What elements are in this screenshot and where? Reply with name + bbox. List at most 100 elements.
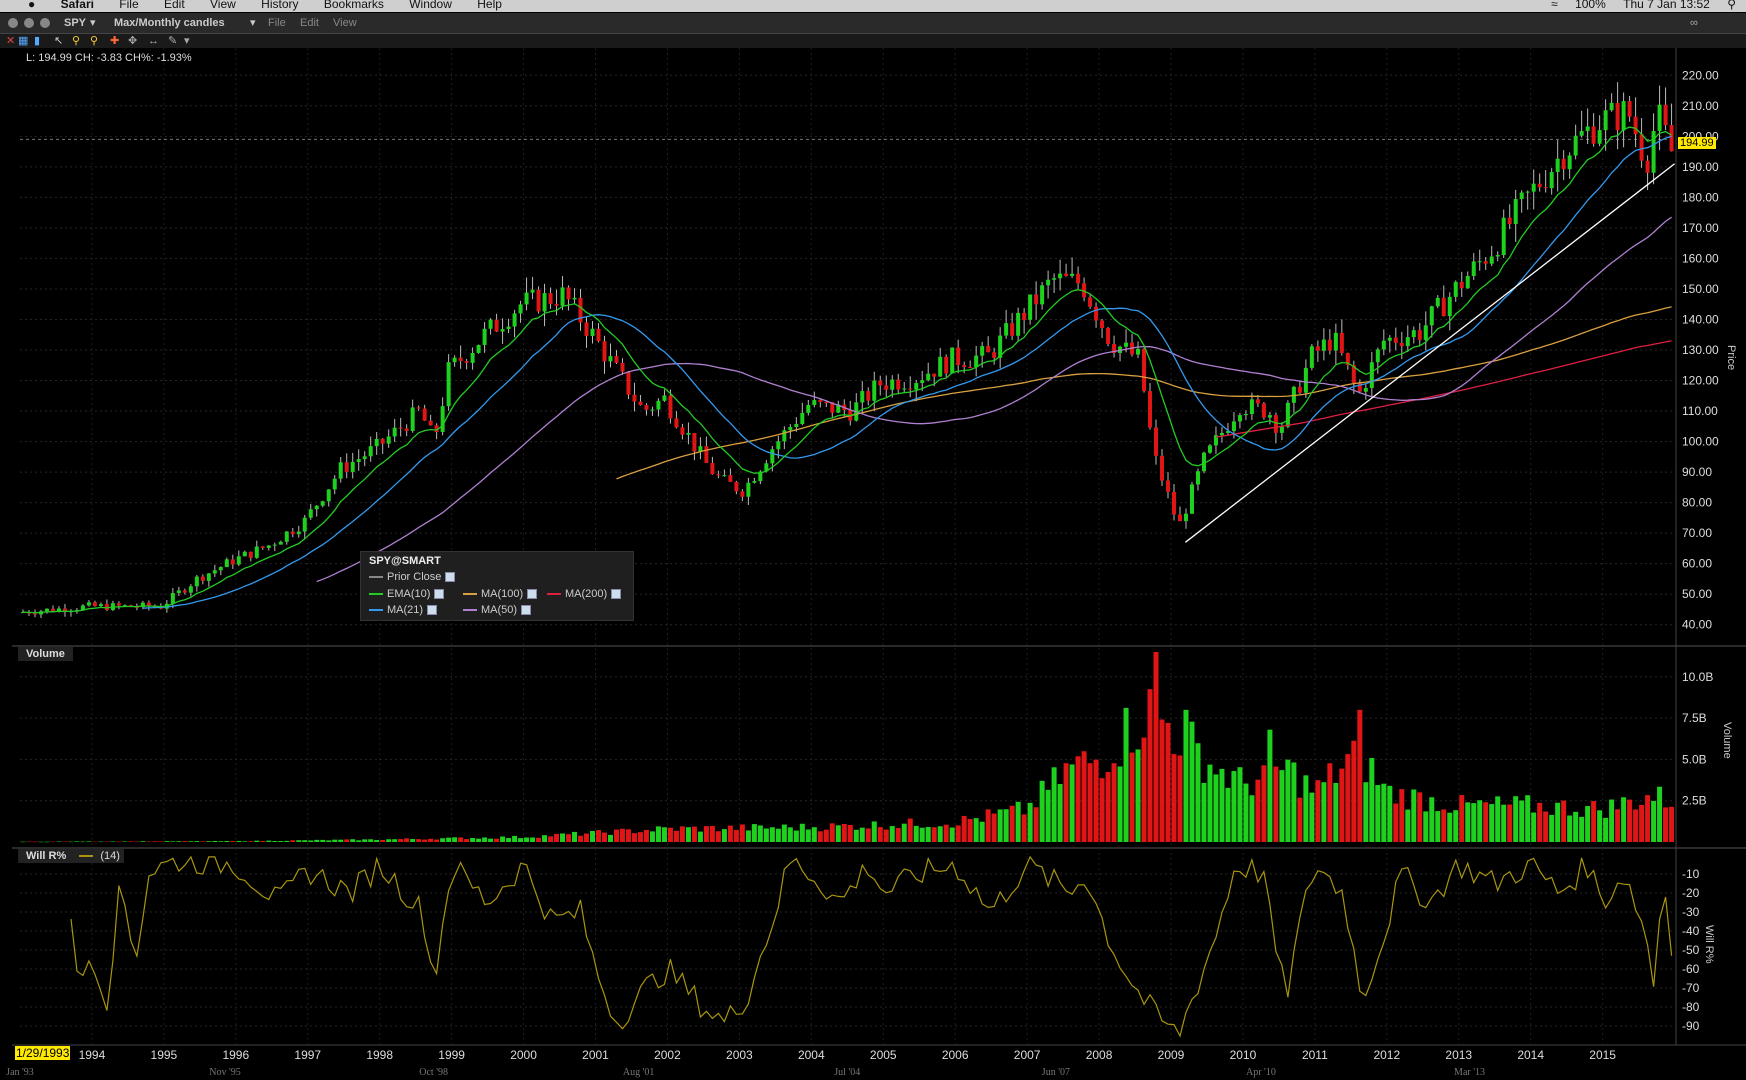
volume-bar: [290, 840, 296, 842]
candle-body: [674, 418, 679, 428]
year-tick-label: 2003: [726, 1048, 753, 1062]
legend-ma100[interactable]: MA(100): [463, 588, 538, 600]
candle-body: [212, 570, 217, 574]
zoom-out-icon[interactable]: ⚲: [90, 34, 98, 48]
chevron-down-icon[interactable]: ▾: [90, 13, 96, 33]
candle-body: [386, 436, 391, 444]
checkbox-icon[interactable]: [434, 589, 445, 600]
candle-body: [380, 438, 385, 444]
wifi-icon[interactable]: ≈: [1551, 0, 1558, 11]
pan-icon[interactable]: ✥: [128, 34, 137, 48]
candle-body: [542, 293, 547, 312]
candle-body: [1477, 261, 1482, 263]
crosshair-icon[interactable]: ✚: [110, 34, 119, 48]
apple-icon[interactable]: ●: [28, 0, 35, 10]
chevron-down-icon[interactable]: ▾: [250, 13, 256, 33]
candle-body: [1411, 330, 1416, 338]
checkbox-icon[interactable]: [445, 572, 456, 583]
price-chart[interactable]: 40.00 50.00 60.00 70.00 80.00 90.00 100.00 110.…: [0, 48, 1746, 1080]
volume-bar: [518, 838, 524, 842]
spotlight-search-icon[interactable]: ⚲: [1727, 0, 1736, 11]
drawing-tool-icon[interactable]: ✎: [168, 34, 177, 48]
price-tick-label: 40.00: [1682, 618, 1712, 632]
candle-body: [1603, 110, 1608, 131]
chevron-down-icon[interactable]: ▾: [184, 34, 190, 48]
menu-edit[interactable]: Edit: [164, 0, 185, 10]
link-icon[interactable]: ∞: [1690, 13, 1698, 33]
volume-bar: [98, 841, 104, 843]
candle-body: [590, 328, 595, 336]
volume-bar: [254, 840, 260, 842]
volume-bar: [613, 829, 619, 842]
close-icon[interactable]: ✕: [6, 34, 15, 48]
volume-bar: [332, 839, 338, 842]
cursor-icon[interactable]: ↖: [54, 34, 63, 48]
year-tick-label: 2010: [1230, 1048, 1257, 1062]
volume-pane-label[interactable]: Volume: [18, 647, 73, 661]
minimize-window-icon[interactable]: [24, 18, 34, 28]
volume-bar: [679, 826, 685, 842]
candle-body: [1273, 415, 1278, 433]
checkbox-icon[interactable]: [527, 589, 538, 600]
volume-bar: [739, 824, 745, 842]
candle-body: [728, 475, 733, 482]
volume-bar: [26, 841, 32, 843]
chart-menu-edit[interactable]: Edit: [300, 13, 319, 33]
checkbox-icon[interactable]: [611, 589, 622, 600]
candle-body: [812, 400, 817, 406]
menu-help[interactable]: Help: [477, 0, 502, 10]
volume-bar: [1117, 766, 1123, 842]
volume-bar: [470, 838, 476, 842]
volume-bar: [1387, 785, 1393, 842]
candle-body: [908, 388, 913, 390]
volume-bar: [590, 830, 596, 842]
volume-bar: [1105, 771, 1111, 842]
volume-bar: [116, 841, 122, 843]
chart-type-icon[interactable]: ▦: [18, 34, 28, 48]
battery-status[interactable]: 100%: [1575, 0, 1606, 11]
legend-ma21[interactable]: MA(21): [369, 604, 438, 616]
candle-body: [1435, 297, 1440, 307]
menu-window[interactable]: Window: [409, 0, 452, 10]
menu-history[interactable]: History: [261, 0, 298, 10]
menu-app-name[interactable]: Safari: [61, 0, 94, 10]
volume-bar: [691, 826, 697, 842]
minor-date-label: Nov '95: [209, 1067, 241, 1078]
fit-icon[interactable]: ↔: [148, 34, 159, 48]
checkbox-icon[interactable]: [427, 605, 438, 616]
volume-bar: [1057, 784, 1063, 842]
zoom-window-icon[interactable]: [40, 18, 50, 28]
candle-body: [872, 380, 877, 401]
volume-bar: [1321, 782, 1327, 842]
volume-bar: [428, 838, 434, 842]
menu-file[interactable]: File: [119, 0, 138, 10]
close-window-icon[interactable]: [8, 18, 18, 28]
symbol-selector[interactable]: SPY: [64, 13, 86, 33]
chart-menu-view[interactable]: View: [333, 13, 357, 33]
legend-prior-close[interactable]: Prior Close: [369, 571, 456, 583]
volume-bar: [296, 840, 302, 842]
zoom-in-icon[interactable]: ⚲: [72, 34, 80, 48]
willr-pane-label[interactable]: Will R% (14): [18, 849, 124, 863]
volume-bar: [649, 831, 655, 842]
bar-style-icon[interactable]: ▮: [34, 34, 40, 48]
checkbox-icon[interactable]: [521, 605, 532, 616]
candle-body: [236, 556, 241, 565]
candle-body: [896, 379, 901, 390]
legend-ma200[interactable]: MA(200): [547, 588, 622, 600]
menubar-clock[interactable]: Thu 7 Jan 13:52: [1623, 0, 1710, 11]
legend-ma50[interactable]: MA(50): [463, 604, 532, 616]
menu-bookmarks[interactable]: Bookmarks: [324, 0, 384, 10]
candle-body: [1501, 217, 1506, 255]
candle-body: [626, 371, 631, 395]
prior-close-swatch: [369, 576, 383, 579]
volume-bar: [260, 841, 266, 842]
legend-ema10[interactable]: EMA(10): [369, 588, 445, 600]
candle-body: [962, 365, 967, 368]
menu-view[interactable]: View: [210, 0, 236, 10]
chart-menu-file[interactable]: File: [268, 13, 286, 33]
interval-selector[interactable]: Max/Monthly candles: [114, 13, 225, 33]
candle-body: [548, 293, 553, 304]
price-tick-label: 140.00: [1682, 312, 1719, 326]
prior-close-label: Prior Close: [387, 571, 442, 583]
